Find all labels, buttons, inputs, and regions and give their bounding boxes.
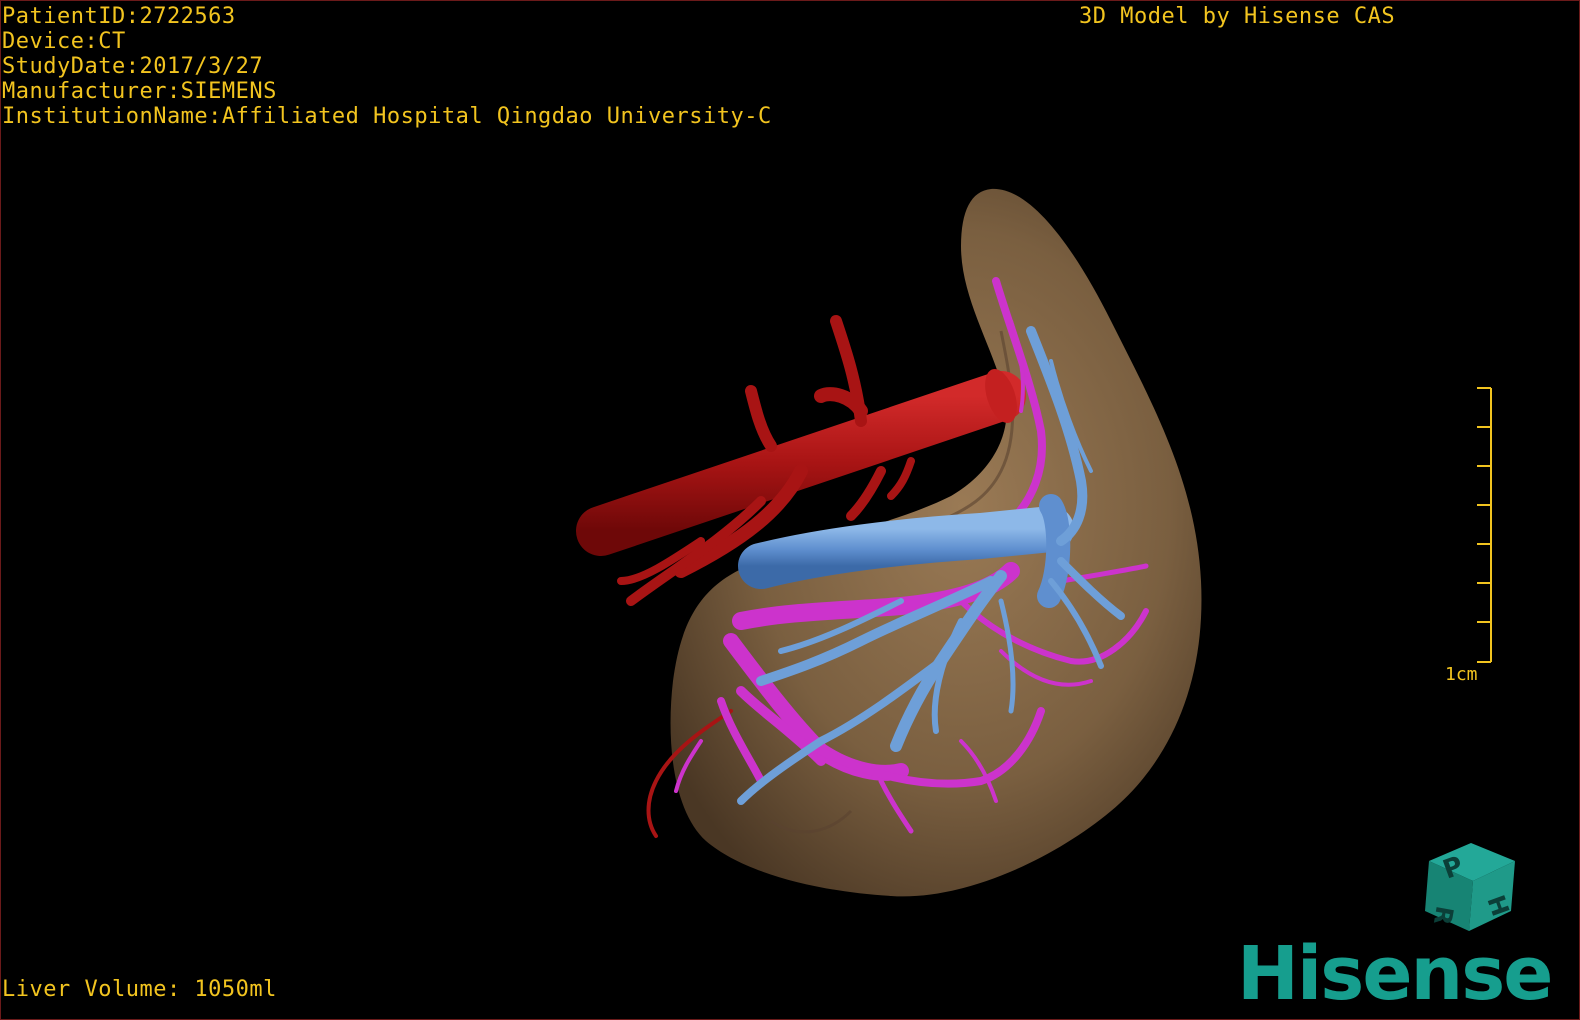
device-label: Device:CT bbox=[2, 29, 126, 54]
scale-bar bbox=[1477, 387, 1492, 663]
manufacturer-label: Manufacturer:SIEMENS bbox=[2, 79, 277, 104]
institution-label: InstitutionName:Affiliated Hospital Qing… bbox=[2, 104, 772, 129]
patient-id-label: PatientID:2722563 bbox=[2, 4, 236, 29]
hisense-logo: Hisense bbox=[1237, 931, 1553, 1017]
3d-model-viewport[interactable]: PatientID:2722563 Device:CT StudyDate:20… bbox=[0, 0, 1580, 1020]
cube-face-label: R bbox=[1428, 904, 1459, 927]
model-credit-label: 3D Model by Hisense CAS bbox=[1079, 4, 1396, 29]
study-date-label: StudyDate:2017/3/27 bbox=[2, 54, 264, 79]
scale-bar-label: 1cm bbox=[1445, 664, 1478, 685]
liver-volume-label: Liver Volume: 1050ml bbox=[2, 977, 277, 1002]
orientation-cube[interactable]: P H R bbox=[1419, 833, 1523, 937]
liver-3d-model[interactable] bbox=[1, 1, 1580, 1020]
